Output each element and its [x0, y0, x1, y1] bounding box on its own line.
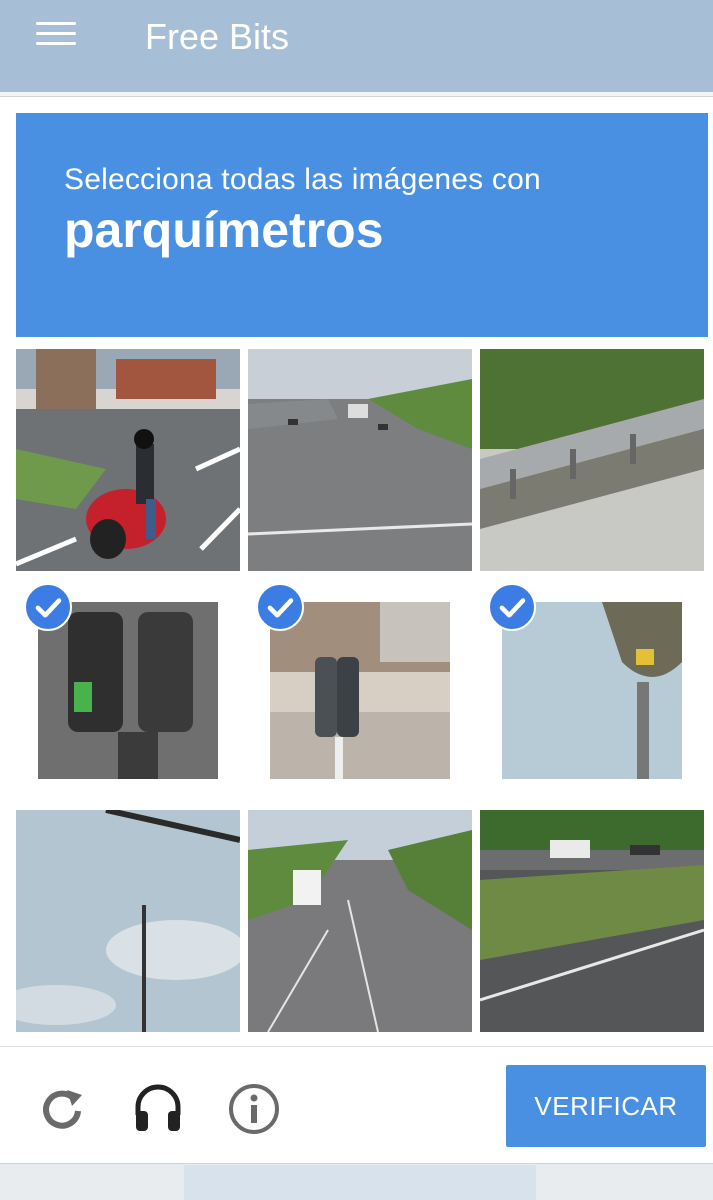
app-title: Free Bits [145, 16, 290, 57]
challenge-header: Selecciona todas las imágenes con parquí… [16, 113, 708, 337]
hamburger-menu-icon[interactable] [36, 22, 76, 50]
image-tile-1[interactable] [16, 349, 240, 571]
reload-icon[interactable] [34, 1081, 90, 1137]
image-tile-8[interactable] [248, 810, 472, 1032]
footer-divider [0, 1046, 713, 1047]
app-bar: Free Bits [0, 0, 713, 92]
selected-check-icon [24, 583, 72, 631]
challenge-target: parquímetros [64, 202, 384, 258]
image-tile-9[interactable] [480, 810, 704, 1032]
headphones-icon[interactable] [130, 1081, 186, 1137]
verify-button[interactable]: VERIFICAR [506, 1065, 706, 1147]
image-tile-3[interactable] [480, 349, 704, 571]
captcha-widget: Selecciona todas las imágenes con parquí… [0, 96, 713, 1164]
image-tile-7[interactable] [16, 810, 240, 1032]
info-icon[interactable] [226, 1081, 282, 1137]
selected-check-icon [488, 583, 536, 631]
challenge-instruction: Selecciona todas las imágenes con [64, 163, 541, 196]
page-bottom-element [184, 1165, 536, 1200]
image-tile-2[interactable] [248, 349, 472, 571]
selected-check-icon [256, 583, 304, 631]
